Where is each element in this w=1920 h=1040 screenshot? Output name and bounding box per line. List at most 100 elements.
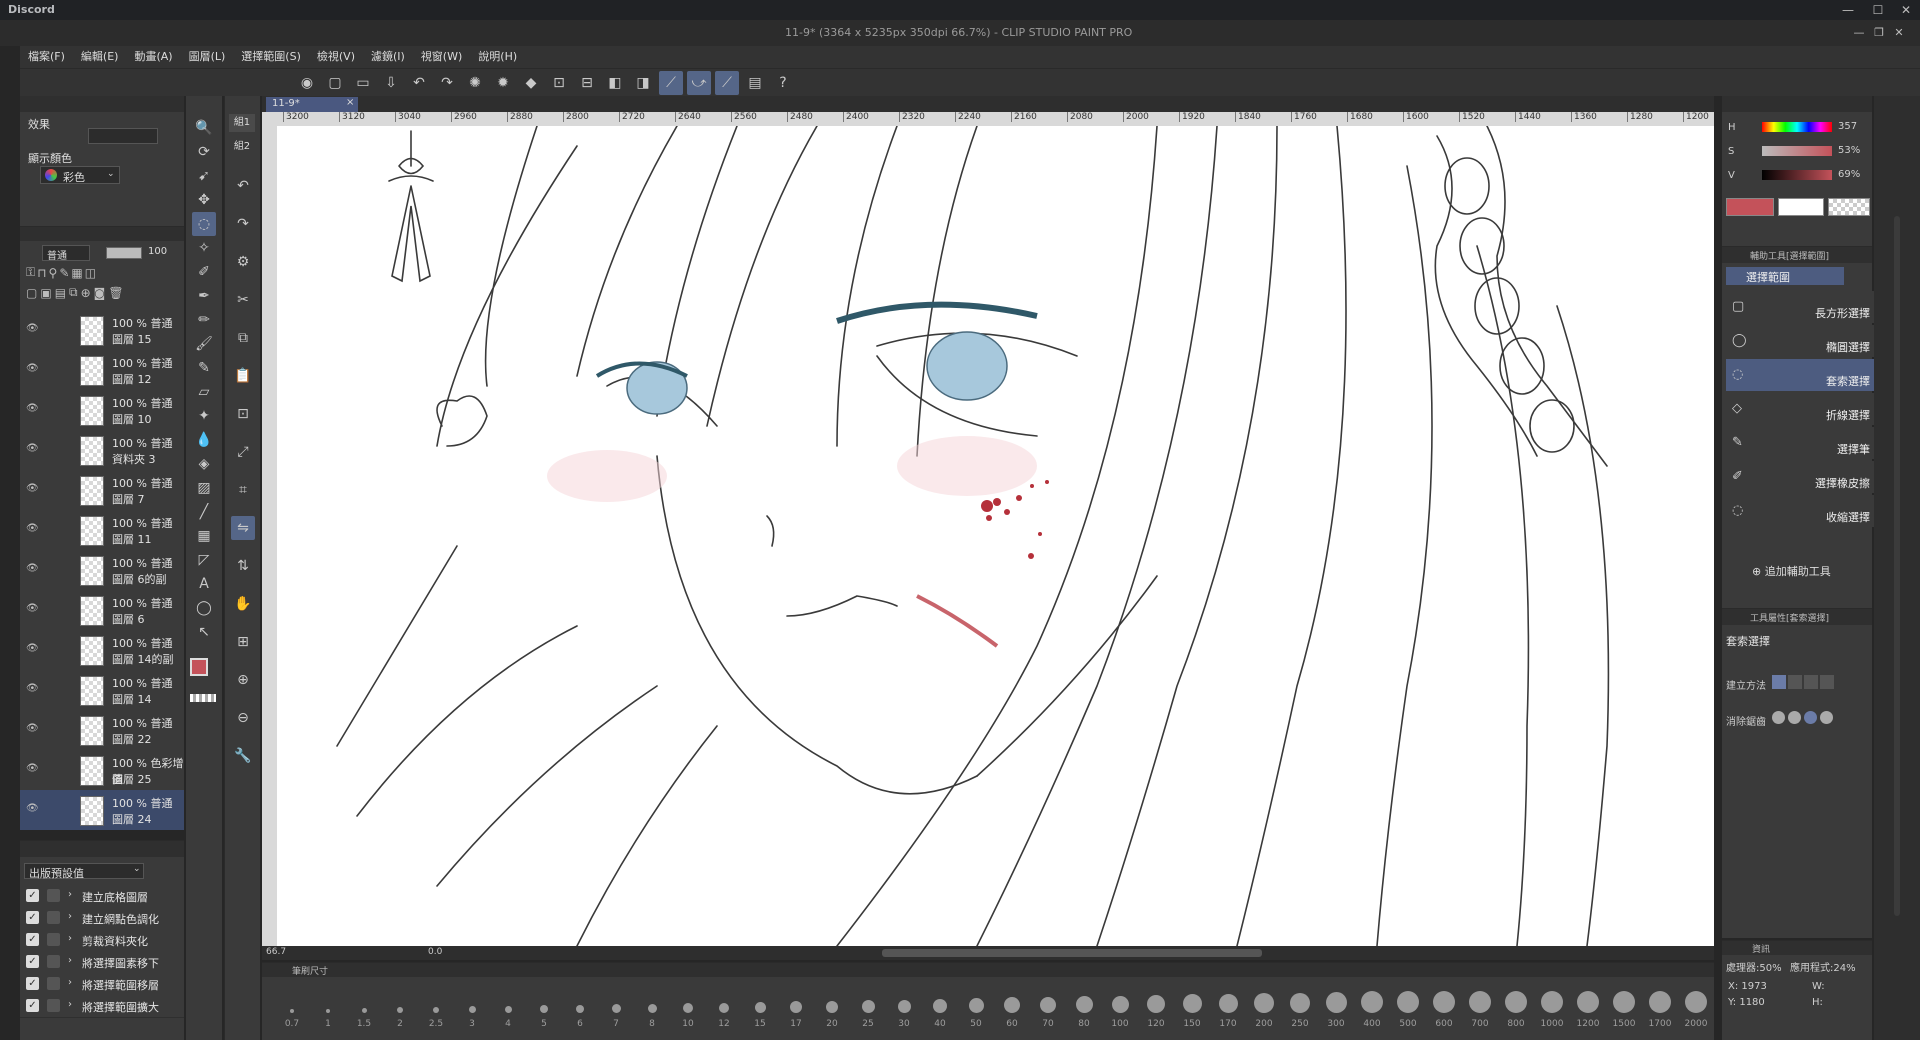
brush-size-option[interactable]: 25 (850, 981, 886, 1029)
menu-item[interactable]: 視窗(W) (413, 46, 470, 68)
layer-row[interactable]: 👁 100 % 普通 圖層 15 (20, 310, 184, 351)
tab-close-icon[interactable]: × (346, 97, 354, 108)
open-file-icon[interactable]: ▭ (351, 71, 375, 95)
check-icon[interactable]: ✓ (26, 977, 39, 990)
brush-size-option[interactable]: 5 (526, 981, 562, 1029)
ruler-tool-icon[interactable]: ◸ (192, 548, 216, 572)
gradient-icon[interactable]: ▨ (192, 476, 216, 500)
brush-size-option[interactable]: 700 (1462, 981, 1498, 1029)
brush-size-option[interactable]: 1 (310, 981, 346, 1029)
v-value[interactable]: 69% (1838, 169, 1860, 180)
layer-row[interactable]: 👁 100 % 普通 圖層 10 (20, 390, 184, 431)
sub-tool-item[interactable]: ◇ 折線選擇 (1726, 393, 1874, 425)
eraser-icon[interactable]: ▱ (192, 380, 216, 404)
hand-icon[interactable]: ✋ (231, 592, 255, 616)
rotate-icon[interactable]: ⟳ (192, 140, 216, 164)
brush-size-option[interactable]: 1200 (1570, 981, 1606, 1029)
sub-tool-item[interactable]: ◌ 收縮選擇 (1726, 495, 1874, 527)
merge-icon[interactable]: ⊕ (81, 286, 91, 300)
check-icon[interactable]: ✓ (26, 911, 39, 924)
spinner-icon[interactable]: ✺ (463, 71, 487, 95)
help-icon[interactable]: ? (771, 71, 795, 95)
wrench-icon[interactable]: 🔧 (231, 744, 255, 768)
auto-action-item[interactable]: ✓ › 將選擇範圍移層 (20, 973, 184, 996)
action-toggle[interactable] (47, 977, 60, 990)
brush-size-option[interactable]: 150 (1174, 981, 1210, 1029)
expand-arrow-icon[interactable]: › (68, 933, 72, 944)
brush-size-option[interactable]: 8 (634, 981, 670, 1029)
redo-icon[interactable]: ↷ (435, 71, 459, 95)
sub-tool-item[interactable]: ◯ 橢圓選擇 (1726, 325, 1874, 357)
brush-size-option[interactable]: 3 (454, 981, 490, 1029)
layer-row[interactable]: 👁 100 % 普通 圖層 24 (20, 790, 184, 830)
brush-size-option[interactable]: 1500 (1606, 981, 1642, 1029)
scale-icon[interactable]: ⤢ (231, 440, 255, 464)
main-color-swatch[interactable] (190, 658, 208, 676)
airbrush-icon[interactable]: ✎ (192, 356, 216, 380)
operation-icon[interactable]: ➹ (192, 164, 216, 188)
curve-icon[interactable]: ⤻ (687, 71, 711, 95)
ref-quick-icon[interactable]: ⊞ (231, 630, 255, 654)
delete-layer-icon[interactable]: 🗑 (108, 286, 123, 300)
maximize-icon[interactable]: ☐ (1868, 0, 1888, 20)
brush-size-option[interactable]: 250 (1282, 981, 1318, 1029)
menu-item[interactable]: 圖層(L) (181, 46, 234, 68)
brush-size-option[interactable]: 600 (1426, 981, 1462, 1029)
auto-action-item[interactable]: ✓ › 將選擇圖素移下 (20, 951, 184, 974)
menu-item[interactable]: 編輯(E) (73, 46, 127, 68)
flip-icon[interactable]: ⇋ (231, 516, 255, 540)
copy-layer-icon[interactable]: ⧉ (69, 285, 78, 300)
line-icon[interactable]: ⟋ (715, 71, 739, 95)
set-1-button[interactable]: 組1 (229, 114, 255, 132)
visibility-eye-icon[interactable]: 👁 (26, 803, 40, 817)
blend-icon[interactable]: 💧 (192, 428, 216, 452)
opacity-slider[interactable] (106, 247, 142, 259)
sub-tool-item[interactable]: ▢ 長方形選擇 (1726, 291, 1874, 323)
brush-size-option[interactable]: 80 (1066, 981, 1102, 1029)
fill-icon[interactable]: ◆ (519, 71, 543, 95)
brush-size-option[interactable]: 170 (1210, 981, 1246, 1029)
action-toggle[interactable] (47, 911, 60, 924)
select-all-icon[interactable]: ⊟ (575, 71, 599, 95)
pen-icon[interactable]: ✒ (192, 284, 216, 308)
eye-icon[interactable]: ◉ (295, 71, 319, 95)
hue-slider[interactable] (1762, 122, 1832, 132)
layer-row[interactable]: 👁 100 % 普通 圖層 7 (20, 470, 184, 511)
auto-action-item[interactable]: ✓ › 建立底格圖層 (20, 885, 184, 908)
visibility-eye-icon[interactable]: 👁 (26, 443, 40, 457)
brush-size-option[interactable]: 200 (1246, 981, 1282, 1029)
h-value[interactable]: 357 (1838, 121, 1857, 132)
minimize-icon[interactable]: — (1838, 0, 1858, 20)
balloon-icon[interactable]: ◯ (192, 596, 216, 620)
brush-size-option[interactable]: 6 (562, 981, 598, 1029)
line-tool-icon[interactable]: ╱ (192, 500, 216, 524)
visibility-eye-icon[interactable]: 👁 (26, 763, 40, 777)
brush-size-option[interactable]: 10 (670, 981, 706, 1029)
set-2-button[interactable]: 組2 (229, 138, 255, 156)
check-icon[interactable]: ✓ (26, 999, 39, 1012)
layer-row[interactable]: 👁 100 % 普通 圖層 6的副 (20, 550, 184, 591)
mask-add-icon[interactable]: ◙ (94, 286, 106, 300)
settings-icon[interactable]: ✹ (491, 71, 515, 95)
csp-close-icon[interactable]: ✕ (1890, 23, 1908, 41)
transparent-swatch[interactable] (190, 694, 216, 702)
sub-tool-item[interactable]: ✎ 選擇筆 (1726, 427, 1874, 459)
menu-item[interactable]: 檢視(V) (309, 46, 363, 68)
crop-quick-icon[interactable]: ⊡ (231, 402, 255, 426)
save-icon[interactable]: ⇩ (379, 71, 403, 95)
undo-icon[interactable]: ↶ (407, 71, 431, 95)
layer-row[interactable]: 👁 100 % 普通 圖層 6 (20, 590, 184, 631)
layer-row[interactable]: 👁 100 % 色彩增值 圖層 25 (20, 750, 184, 791)
new-raster-icon[interactable]: ▢ (26, 286, 37, 300)
pencil-icon[interactable]: ✏ (192, 308, 216, 332)
action-toggle[interactable] (47, 999, 60, 1012)
antialias-buttons[interactable] (1772, 711, 1833, 724)
canvas[interactable] (277, 126, 1714, 946)
auto-action-item[interactable]: ✓ › 將選擇範圍擴大 (20, 995, 184, 1018)
brush-size-option[interactable]: 2000 (1678, 981, 1714, 1029)
sub-tool-item[interactable]: ✐ 選擇橡皮擦 (1726, 461, 1874, 493)
s-value[interactable]: 53% (1838, 145, 1860, 156)
brush-size-option[interactable]: 1000 (1534, 981, 1570, 1029)
visibility-eye-icon[interactable]: 👁 (26, 563, 40, 577)
brush-size-option[interactable]: 2 (382, 981, 418, 1029)
